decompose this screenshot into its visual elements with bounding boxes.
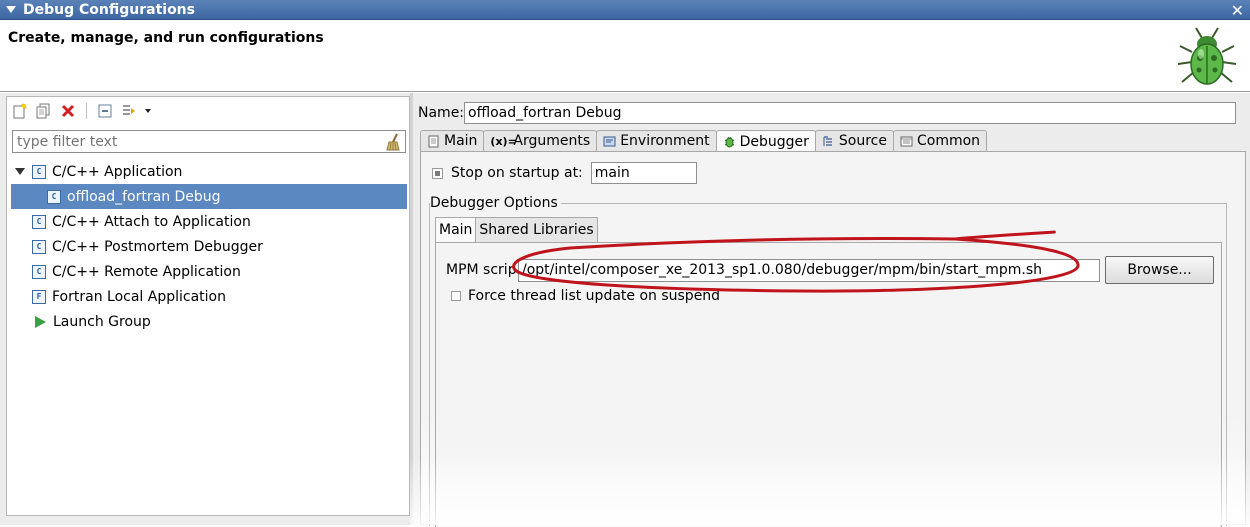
configuration-tree: C C/C++ Application C offload_fortran De… xyxy=(11,159,407,334)
name-row: Name: xyxy=(418,102,1236,124)
tab-common[interactable]: Common xyxy=(892,130,988,151)
tab-source[interactable]: Source xyxy=(814,130,894,151)
tree-item-offload-fortran-debug[interactable]: C offload_fortran Debug xyxy=(11,184,407,209)
tab-main[interactable]: Main xyxy=(420,130,485,151)
tab-label: Environment xyxy=(620,133,710,149)
name-label: Name: xyxy=(418,105,465,121)
tree-item-label: C/C++ Attach to Application xyxy=(52,213,251,230)
window-titlebar: Debug Configurations ✕ xyxy=(0,0,1250,20)
duplicate-configuration-icon[interactable] xyxy=(35,102,53,120)
window-title: Debug Configurations xyxy=(23,1,195,18)
force-thread-update-label: Force thread list update on suspend xyxy=(468,288,721,304)
tree-item-label: Fortran Local Application xyxy=(52,288,226,305)
configuration-editor: Name: Main (x)= Arguments Environment De… xyxy=(414,93,1250,527)
subtab-main[interactable]: Main xyxy=(435,217,477,242)
tree-item-cpp-attach[interactable]: C C/C++ Attach to Application xyxy=(11,209,407,234)
tab-environment[interactable]: Environment xyxy=(596,130,717,151)
tab-arguments[interactable]: (x)= Arguments xyxy=(483,130,598,151)
mpm-script-label: MPM script xyxy=(446,262,516,278)
common-tab-icon xyxy=(900,136,913,146)
configuration-name-input[interactable] xyxy=(464,102,1236,124)
source-tab-icon xyxy=(823,135,832,146)
tree-item-cpp-postmortem[interactable]: C C/C++ Postmortem Debugger xyxy=(11,234,407,259)
filter-configurations-icon[interactable] xyxy=(120,102,138,120)
mpm-script-row: MPM script Browse... xyxy=(446,256,1214,284)
dialog-body: C C/C++ Application C offload_fortran De… xyxy=(0,93,1250,527)
launch-group-icon xyxy=(35,315,46,328)
configuration-toolbar xyxy=(11,100,152,122)
debugger-options-group: Debugger Options Main Shared Libraries M… xyxy=(429,195,1227,527)
tree-item-label: C/C++ Remote Application xyxy=(52,263,241,280)
tab-label: Source xyxy=(838,133,887,149)
environment-tab-icon xyxy=(603,136,616,146)
stop-on-startup-row: Stop on startup at: xyxy=(432,162,697,184)
fortran-app-icon: F xyxy=(32,289,46,304)
configuration-list-panel: C C/C++ Application C offload_fortran De… xyxy=(6,96,410,516)
c-app-icon: C xyxy=(32,214,46,229)
configuration-tabs: Main (x)= Arguments Environment Debugger… xyxy=(420,130,988,152)
subtab-shared-libraries[interactable]: Shared Libraries xyxy=(475,217,598,242)
main-tab-icon xyxy=(428,135,439,147)
force-thread-update-row: Force thread list update on suspend xyxy=(451,288,720,304)
tree-item-label: offload_fortran Debug xyxy=(67,188,221,205)
dialog-header: Create, manage, and run configurations xyxy=(0,20,1250,92)
c-app-icon: C xyxy=(32,239,46,254)
debugger-options-title: Debugger Options xyxy=(430,195,561,211)
new-configuration-icon[interactable] xyxy=(11,102,29,120)
debugger-main-subtab-content: MPM script Browse... Force thread list u… xyxy=(435,242,1222,527)
window-menu-icon[interactable] xyxy=(6,6,16,13)
mpm-script-input[interactable] xyxy=(518,258,1100,282)
debugger-options-tabs: Main Shared Libraries xyxy=(435,217,598,242)
stop-on-startup-label: Stop on startup at: xyxy=(451,165,583,181)
subtab-label: Shared Libraries xyxy=(479,222,594,238)
stop-on-startup-input[interactable] xyxy=(590,162,697,184)
tree-item-label: C/C++ Postmortem Debugger xyxy=(52,238,263,255)
tab-label: Debugger xyxy=(739,133,809,150)
stop-on-startup-checkbox[interactable] xyxy=(432,167,443,179)
collapse-all-icon[interactable] xyxy=(96,102,114,120)
tree-item-label: C/C++ Application xyxy=(52,163,183,180)
c-app-icon: C xyxy=(32,264,46,279)
close-icon[interactable]: ✕ xyxy=(1231,1,1244,20)
c-app-icon: C xyxy=(32,164,46,179)
subtab-label: Main xyxy=(439,222,473,238)
tree-item-cpp-remote[interactable]: C C/C++ Remote Application xyxy=(11,259,407,284)
tab-label: Common xyxy=(916,133,981,149)
dialog-header-title: Create, manage, and run configurations xyxy=(8,30,324,46)
arguments-tab-icon: (x)= xyxy=(490,134,517,148)
c-config-icon: C xyxy=(47,189,61,204)
panel-splitter[interactable] xyxy=(410,93,413,525)
tab-label: Arguments xyxy=(513,133,591,149)
force-thread-update-checkbox[interactable] xyxy=(451,291,461,301)
tree-item-cpp-application[interactable]: C C/C++ Application xyxy=(11,159,407,184)
tab-label: Main xyxy=(444,133,478,149)
tree-item-fortran-local[interactable]: F Fortran Local Application xyxy=(11,284,407,309)
tree-item-label: Launch Group xyxy=(53,313,151,330)
tab-debugger[interactable]: Debugger xyxy=(715,130,816,152)
toolbar-separator xyxy=(86,103,87,119)
filter-input[interactable] xyxy=(12,130,406,153)
browse-button[interactable]: Browse... xyxy=(1105,256,1214,284)
view-menu-dropdown-icon[interactable] xyxy=(144,102,152,120)
tree-item-launch-group[interactable]: Launch Group xyxy=(11,309,407,334)
delete-configuration-icon[interactable] xyxy=(59,102,77,120)
clear-filter-icon[interactable] xyxy=(385,133,403,151)
expand-toggle-icon[interactable] xyxy=(13,165,27,179)
debug-bug-icon xyxy=(1177,27,1237,85)
debugger-tab-icon xyxy=(724,136,734,148)
debugger-tab-content: Stop on startup at: Debugger Options Mai… xyxy=(420,151,1246,527)
